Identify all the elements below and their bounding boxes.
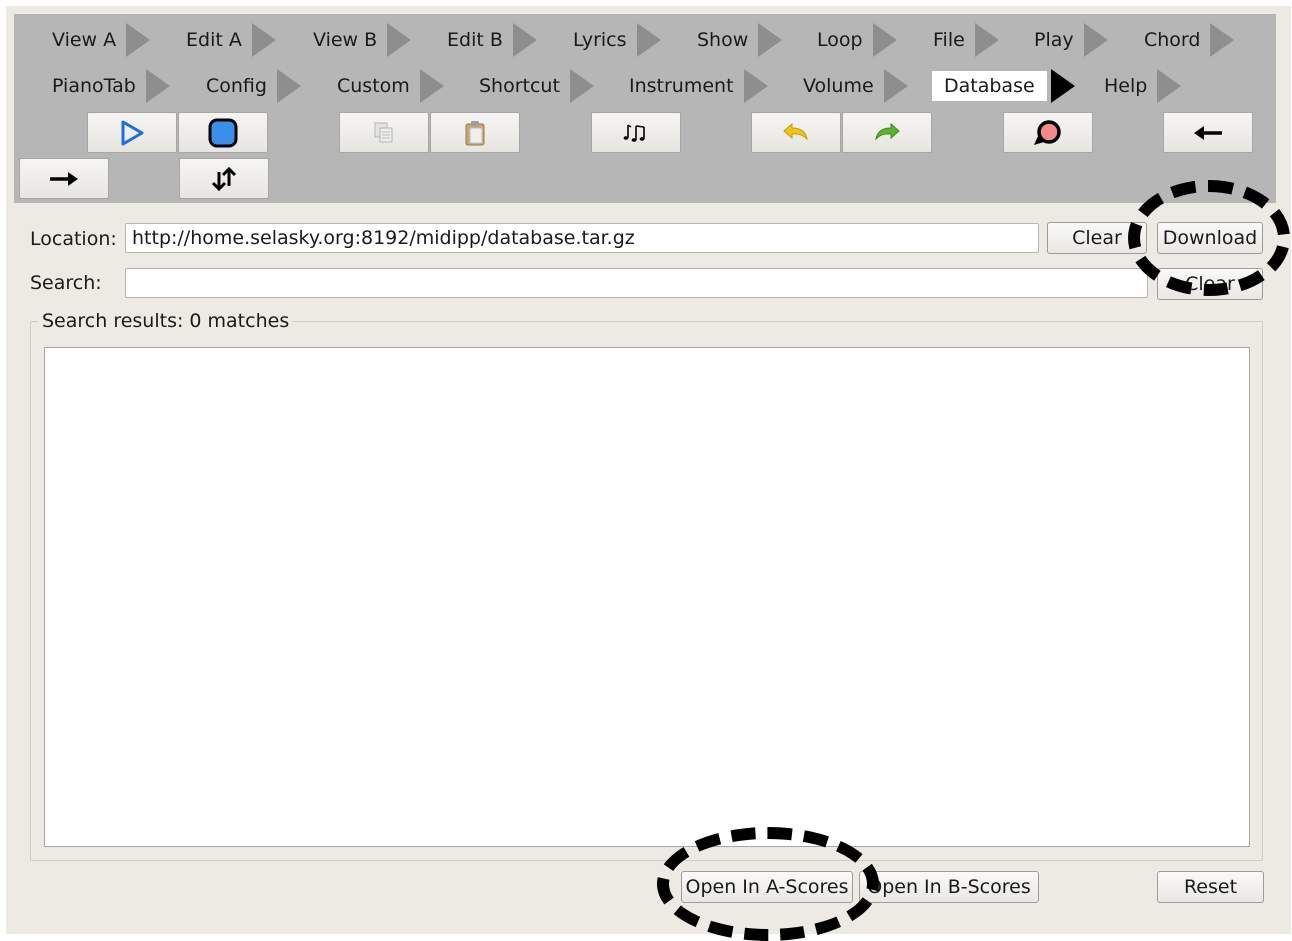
tab-show[interactable]: Show [691, 22, 783, 58]
tab-help[interactable]: Help [1098, 68, 1182, 104]
location-clear-button[interactable]: Clear [1047, 222, 1147, 254]
arrow-left-icon [1194, 125, 1222, 140]
chevron-right-icon [883, 69, 908, 103]
chevron-right-icon [974, 23, 999, 57]
open-in-a-scores-button[interactable]: Open In A-Scores [681, 871, 853, 903]
tab-file[interactable]: File [927, 22, 999, 58]
tab-label: Custom [337, 75, 410, 97]
chevron-right-icon [145, 69, 170, 103]
chevron-right-icon [251, 23, 276, 57]
location-label: Location: [30, 228, 117, 250]
download-button[interactable]: Download [1157, 222, 1263, 254]
tab-label: PianoTab [52, 75, 136, 97]
chevron-right-icon [387, 23, 412, 57]
swap-vertical-button[interactable] [179, 158, 269, 199]
search-input[interactable] [125, 268, 1148, 298]
tab-chord[interactable]: Chord [1138, 22, 1235, 58]
chevron-right-icon [758, 23, 783, 57]
tab-label: Loop [817, 29, 863, 51]
redo-button[interactable] [842, 112, 932, 153]
tab-label: Play [1034, 29, 1074, 51]
chevron-right-icon [1157, 69, 1182, 103]
music-notes-button[interactable] [591, 112, 681, 153]
tab-label: Database [932, 71, 1047, 101]
play-icon [121, 120, 144, 145]
copy-icon [374, 122, 393, 142]
search-label: Search: [30, 272, 102, 294]
chevron-right-icon [743, 69, 768, 103]
tab-shortcut[interactable]: Shortcut [473, 68, 594, 104]
music-notes-icon [623, 123, 645, 142]
redo-icon [875, 122, 900, 141]
swap-vertical-icon [211, 166, 237, 191]
chevron-right-icon [126, 23, 151, 57]
tab-config[interactable]: Config [200, 68, 301, 104]
paste-button[interactable] [430, 112, 520, 153]
tab-database[interactable]: Database [932, 68, 1075, 104]
chevron-right-icon [1083, 23, 1108, 57]
reset-button[interactable]: Reset [1157, 871, 1264, 903]
reload-button[interactable] [1003, 112, 1093, 153]
tab-play[interactable]: Play [1028, 22, 1108, 58]
tab-label: View A [52, 29, 117, 51]
undo-button[interactable] [751, 112, 841, 153]
tab-loop[interactable]: Loop [811, 22, 897, 58]
tab-label: File [933, 29, 965, 51]
tab-instrument[interactable]: Instrument [623, 68, 768, 104]
tab-custom[interactable]: Custom [331, 68, 444, 104]
tab-label: Chord [1144, 29, 1201, 51]
search-clear-button[interactable]: Clear [1157, 268, 1263, 300]
play-button[interactable] [87, 112, 177, 153]
chevron-right-icon [569, 69, 594, 103]
chevron-right-icon [512, 23, 537, 57]
tab-volume[interactable]: Volume [797, 68, 908, 104]
tab-label: Volume [803, 75, 874, 97]
search-results-list[interactable] [44, 347, 1250, 847]
tab-label: Shortcut [479, 75, 560, 97]
tab-pianotab[interactable]: PianoTab [46, 68, 170, 104]
reload-icon [1034, 119, 1061, 145]
tab-label: Edit A [186, 29, 242, 51]
stop-icon [208, 118, 238, 147]
chevron-right-icon [872, 23, 897, 57]
tab-lyrics[interactable]: Lyrics [567, 22, 661, 58]
tab-label: Edit B [447, 29, 503, 51]
tab-label: View B [313, 29, 378, 51]
chevron-right-icon [636, 23, 661, 57]
search-results-title: Search results: 0 matches [38, 310, 294, 332]
tab-label: Help [1104, 75, 1148, 97]
undo-icon [783, 122, 808, 141]
location-input[interactable]: http://home.selasky.org:8192/midipp/data… [125, 223, 1039, 253]
chevron-right-icon [1050, 69, 1075, 103]
tab-edit-a[interactable]: Edit A [180, 22, 276, 58]
chevron-right-icon [1210, 23, 1235, 57]
tab-view-b[interactable]: View B [307, 22, 412, 58]
tab-label: Instrument [629, 75, 734, 97]
copy-button[interactable] [339, 112, 429, 153]
paste-icon [465, 120, 485, 145]
toolbar: View A Edit A View B Edit B Lyrics Show … [14, 14, 1276, 203]
chevron-right-icon [419, 69, 444, 103]
arrow-right-button[interactable] [19, 158, 109, 199]
open-in-b-scores-button[interactable]: Open In B-Scores [859, 871, 1039, 903]
tab-label: Config [206, 75, 267, 97]
arrow-right-icon [50, 171, 78, 186]
tab-edit-b[interactable]: Edit B [441, 22, 537, 58]
stop-button[interactable] [178, 112, 268, 153]
tab-view-a[interactable]: View A [46, 22, 151, 58]
tab-label: Lyrics [573, 29, 627, 51]
arrow-left-button[interactable] [1163, 112, 1253, 153]
tab-label: Show [697, 29, 749, 51]
chevron-right-icon [276, 69, 301, 103]
